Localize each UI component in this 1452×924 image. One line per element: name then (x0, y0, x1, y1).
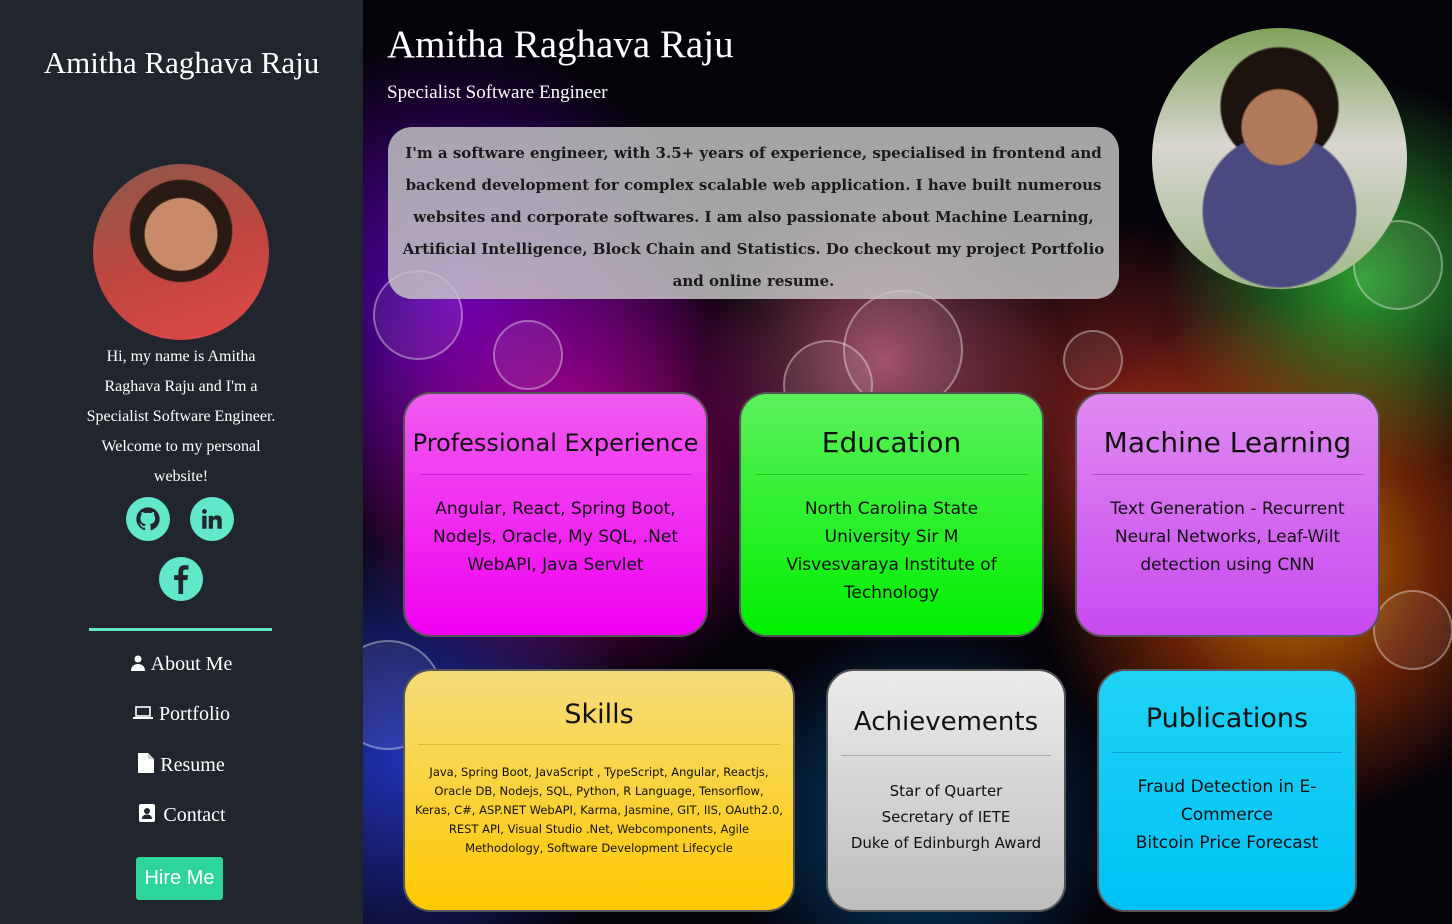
card-education: Education North Carolina State Universit… (739, 392, 1044, 637)
achievement-item: Duke of Edinburgh Award (850, 834, 1042, 852)
sidebar-divider (89, 628, 272, 631)
card-publications: Publications Fraud Detection in E-Commer… (1097, 669, 1357, 912)
card-divider (1091, 474, 1364, 475)
linkedin-icon[interactable] (190, 497, 234, 541)
bokeh-bubble (1373, 590, 1452, 670)
user-icon (130, 655, 145, 675)
file-icon (138, 753, 155, 777)
card-title: Publications (1145, 703, 1309, 734)
nav-portfolio[interactable]: Portfolio (0, 703, 363, 726)
card-divider (418, 744, 780, 745)
card-divider (419, 474, 692, 475)
card-professional-experience: Professional Experience Angular, React, … (403, 392, 708, 637)
github-icon[interactable] (126, 497, 170, 541)
sidebar: Amitha Raghava Raju Hi, my name is Amith… (0, 0, 363, 924)
bokeh-bubble (493, 320, 563, 390)
page-subtitle: Specialist Software Engineer (387, 82, 608, 103)
card-body: North Carolina State University Sir M Vi… (786, 499, 997, 603)
achievement-item: Star of Quarter (889, 782, 1003, 800)
card-divider (841, 755, 1051, 756)
page-title: Amitha Raghava Raju (387, 23, 734, 66)
achievement-item: Secretary of IETE (881, 808, 1011, 826)
intro-text: I'm a software engineer, with 3.5+ years… (388, 127, 1119, 299)
nav-label: Portfolio (158, 703, 231, 725)
card-body: Java, Spring Boot, JavaScript , TypeScri… (415, 765, 783, 855)
card-body: Angular, React, Spring Boot, NodeJs, Ora… (433, 499, 678, 575)
facebook-icon[interactable] (159, 557, 203, 601)
main-content: Amitha Raghava Raju Specialist Software … (363, 0, 1452, 924)
nav-label: Contact (163, 803, 226, 826)
card-divider (755, 474, 1028, 475)
hire-me-button[interactable]: Hire Me (136, 857, 223, 900)
nav-resume[interactable]: Resume (0, 753, 363, 777)
card-body: Text Generation - Recurrent Neural Netwo… (1110, 499, 1345, 575)
nav-about-me[interactable]: About Me (0, 653, 363, 676)
card-achievements: Achievements Star of Quarter Secretary o… (826, 669, 1066, 912)
nav-contact[interactable]: Contact (0, 803, 363, 827)
contact-card-icon (137, 803, 157, 827)
card-title: Skills (564, 699, 634, 730)
laptop-icon (132, 705, 153, 724)
nav-label: Resume (160, 753, 225, 776)
card-title: Education (821, 426, 962, 459)
sidebar-bio: Hi, my name is Amitha Raghava Raju and I… (86, 348, 276, 485)
bokeh-bubble (1063, 330, 1123, 390)
card-body: Star of Quarter Secretary of IETE Duke o… (828, 778, 1064, 856)
card-body: Fraud Detection in E-Commerce Bitcoin Pr… (1119, 773, 1335, 857)
card-title: Achievements (853, 707, 1039, 737)
sidebar-avatar (93, 164, 269, 340)
card-title: Professional Experience (412, 429, 699, 457)
publication-item: Fraud Detection in E-Commerce (1137, 777, 1317, 825)
card-skills: Skills Java, Spring Boot, JavaScript , T… (403, 669, 795, 912)
profile-photo (1152, 28, 1407, 289)
publication-item: Bitcoin Price Forecast (1135, 833, 1319, 853)
nav-label: About Me (150, 653, 233, 675)
card-machine-learning: Machine Learning Text Generation - Recur… (1075, 392, 1380, 637)
card-divider (1112, 752, 1342, 753)
card-title: Machine Learning (1103, 426, 1352, 459)
sidebar-name: Amitha Raghava Raju (43, 45, 320, 80)
